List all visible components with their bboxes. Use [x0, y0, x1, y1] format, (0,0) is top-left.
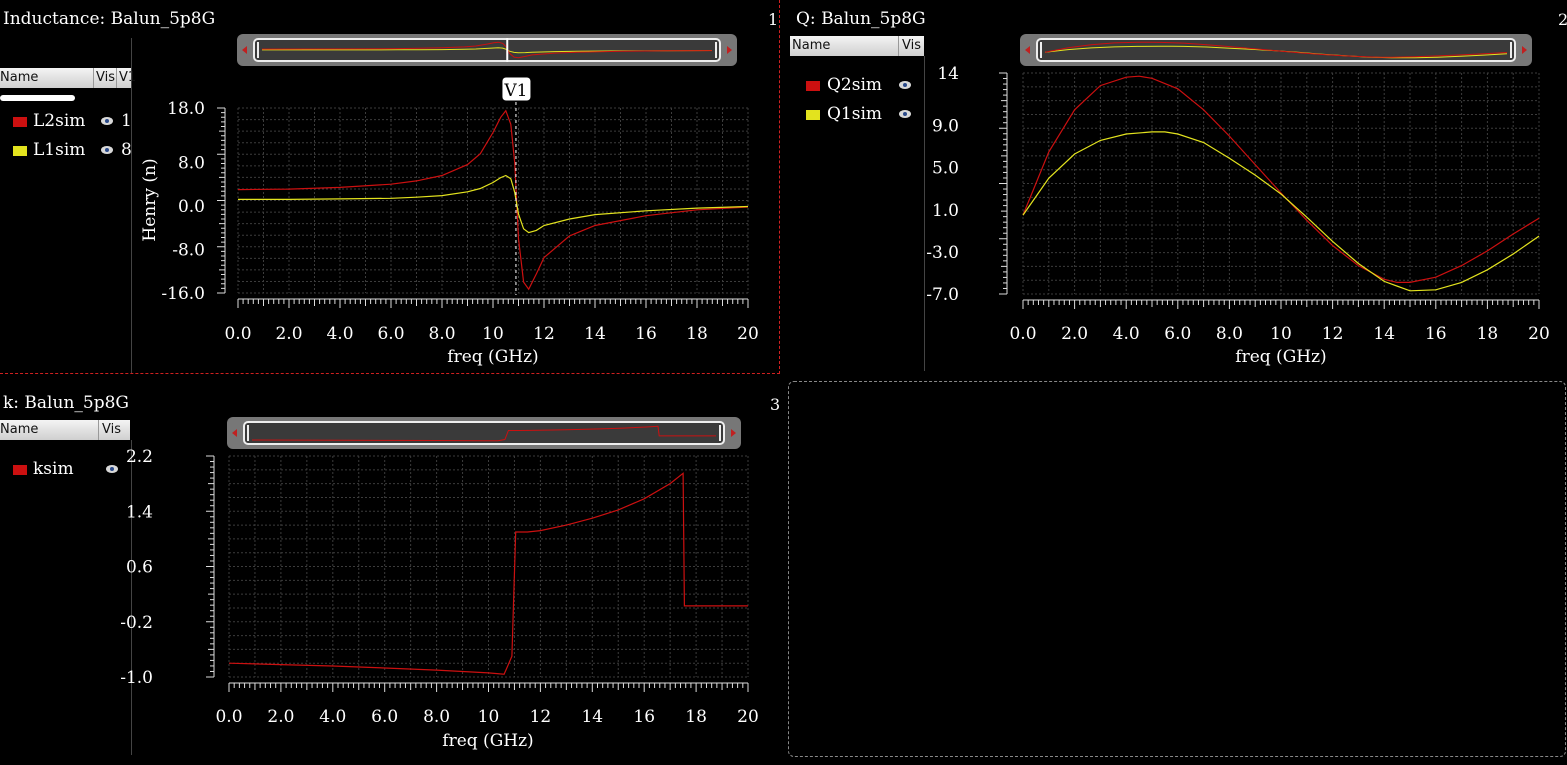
y-tick-label: 2.2	[126, 447, 153, 467]
chart-1: 0.0 2.0 4.0 6.0 8.0 10 12 14 16 18 20 freq (GHz) 18.…	[140, 34, 759, 367]
plot-grid	[237, 107, 749, 294]
y-tick-label: -0.2	[120, 613, 153, 633]
x-tick-label: 10	[482, 324, 504, 344]
x-tick-label: 8.0	[428, 324, 455, 344]
x-tick-label: 0.0	[1009, 324, 1036, 344]
plot-grid	[1022, 72, 1540, 295]
x-tick-label: 12	[1322, 324, 1344, 344]
overview-slider[interactable]	[227, 417, 741, 449]
y-tick-label: 18.0	[167, 99, 205, 119]
y-tick-label: -7.0	[926, 285, 959, 305]
chart-2: 0.0 2.0 4.0 6.0 8.0 10 12 14 16 18 20 freq (GHz) 14 9…	[926, 34, 1550, 367]
x-tick-label: 20	[737, 324, 759, 344]
x-tick-label: 4.0	[1113, 324, 1140, 344]
x-tick-label: 4.0	[319, 707, 346, 727]
y-axis-label: Henry (n)	[140, 158, 160, 241]
overview-slider[interactable]	[237, 34, 737, 66]
x-tick-label: 14	[584, 324, 606, 344]
x-tick-label: 2.0	[1061, 324, 1088, 344]
chart-3: 0.0 2.0 4.0 6.0 8.0 10 12 14 16 18 20 freq (GHz) 2.2…	[120, 417, 759, 751]
x-axis: 0.0 2.0 4.0 6.0 8.0 10 12 14 16 18 20 freq (GHz)	[215, 682, 759, 751]
y-tick-label: 9.0	[932, 117, 959, 137]
x-tick-label: 20	[737, 707, 759, 727]
y-axis: 18.0 8.0 0.0 -8.0 -16.0 Henry (n)	[140, 99, 226, 304]
x-tick-label: 4.0	[326, 324, 353, 344]
x-tick-label: 18	[686, 324, 708, 344]
y-axis: 14 9.0 5.0 1.0 -3.0 -7.0	[926, 64, 1008, 305]
y-tick-label: -3.0	[926, 243, 959, 263]
y-tick-label: 1.4	[126, 502, 153, 522]
x-tick-label: 18	[685, 707, 707, 727]
y-tick-label: -1.0	[120, 668, 153, 688]
x-tick-label: 14	[581, 707, 603, 727]
y-tick-label: 0.0	[178, 197, 205, 217]
x-tick-label: 16	[635, 324, 657, 344]
slider-track[interactable]	[1036, 38, 1516, 62]
x-axis: 0.0 2.0 4.0 6.0 8.0 10 12 14 16 18 20 freq (GHz)	[224, 298, 759, 367]
x-axis-label: freq (GHz)	[447, 347, 538, 367]
series-line-q2sim	[1022, 75, 1540, 283]
plot-grid	[228, 455, 749, 678]
y-tick-label: 8.0	[178, 153, 205, 173]
x-tick-label: 6.0	[1164, 324, 1191, 344]
x-axis-label: freq (GHz)	[1235, 347, 1326, 367]
x-tick-label: 6.0	[377, 324, 404, 344]
x-axis: 0.0 2.0 4.0 6.0 8.0 10 12 14 16 18 20 freq (GHz)	[1009, 299, 1550, 367]
x-tick-label: 0.0	[224, 324, 251, 344]
x-tick-label: 10	[1270, 324, 1292, 344]
y-axis: 2.2 1.4 0.6 -0.2 -1.0	[120, 447, 215, 688]
marker-v1-label: V1	[503, 81, 527, 101]
y-tick-label: 0.6	[126, 558, 153, 578]
x-tick-label: 2.0	[267, 707, 294, 727]
y-tick-label: -8.0	[172, 240, 205, 260]
x-tick-label: 0.0	[215, 707, 242, 727]
y-tick-label: 14	[937, 64, 959, 84]
x-tick-label: 18	[1477, 324, 1499, 344]
y-tick-label: -16.0	[161, 284, 205, 304]
x-tick-label: 16	[633, 707, 655, 727]
x-tick-label: 8.0	[423, 707, 450, 727]
x-tick-label: 16	[1425, 324, 1447, 344]
x-tick-label: 2.0	[275, 324, 302, 344]
x-tick-label: 10	[478, 707, 500, 727]
x-tick-label: 12	[530, 707, 552, 727]
x-tick-label: 12	[533, 324, 555, 344]
charts-canvas: 0.0 2.0 4.0 6.0 8.0 10 12 14 16 18 20 freq (GHz) 18.…	[120, 34, 1550, 751]
y-tick-label: 1.0	[932, 201, 959, 221]
x-tick-label: 6.0	[371, 707, 398, 727]
overview-slider[interactable]	[1020, 34, 1532, 66]
x-axis-label: freq (GHz)	[442, 731, 533, 751]
y-tick-label: 5.0	[932, 159, 959, 179]
x-tick-label: 14	[1373, 324, 1395, 344]
x-tick-label: 8.0	[1216, 324, 1243, 344]
x-tick-label: 20	[1528, 324, 1550, 344]
